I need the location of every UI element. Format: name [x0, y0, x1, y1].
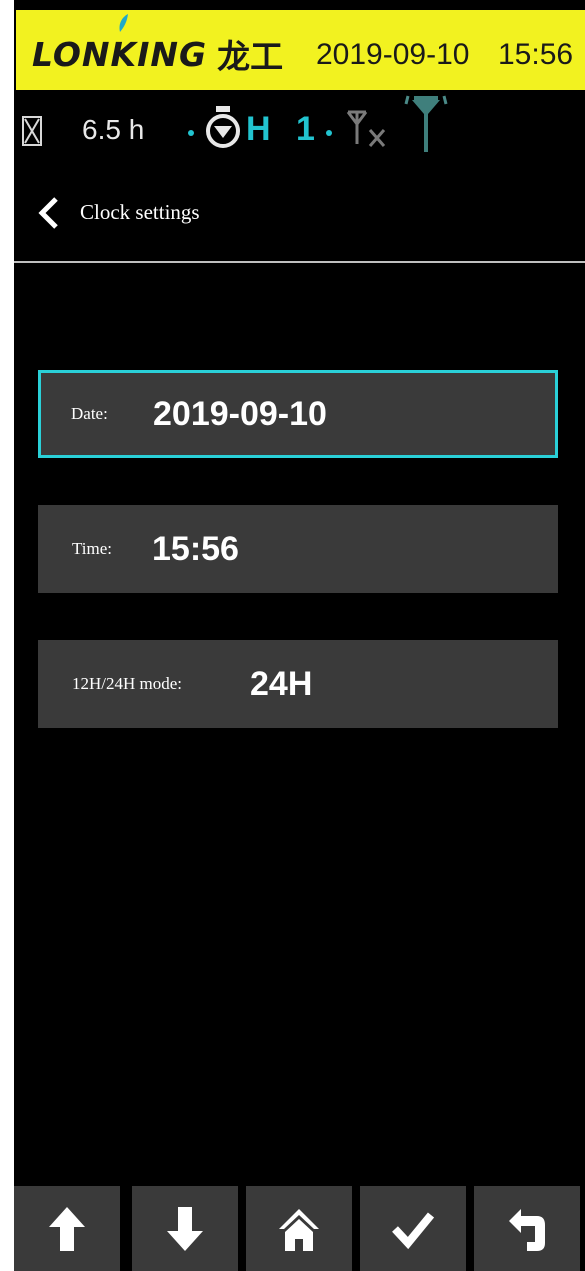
time-value: 15:56: [152, 529, 239, 568]
chevron-left-icon[interactable]: [34, 196, 64, 230]
operating-hours: 6.5 h: [82, 114, 145, 145]
clock-mode-value: 24H: [250, 664, 313, 703]
engine-icon: [206, 106, 240, 148]
confirm-button[interactable]: [360, 1186, 466, 1271]
time-label: Time:: [72, 539, 113, 558]
top-bar: LONKING 龙工 2019-09-10 15:56: [16, 10, 585, 90]
no-signal-antenna-icon: [346, 110, 386, 147]
brand-name-cn: 龙工: [217, 37, 284, 76]
home-button[interactable]: [246, 1186, 352, 1271]
hourglass-icon: [22, 116, 42, 146]
status-bar: 6.5 h H 1: [14, 92, 585, 162]
page-title: Clock settings: [80, 200, 200, 224]
logo-leaf-icon: [119, 14, 128, 32]
topbar-time: 15:56: [498, 38, 574, 71]
gear-number: 1: [296, 110, 315, 148]
brand-name: LONKING: [32, 34, 208, 74]
arrow-down-icon: [167, 1206, 203, 1251]
return-button[interactable]: [474, 1186, 580, 1271]
return-icon: [509, 1208, 545, 1251]
indicator-dot: [188, 130, 194, 136]
home-icon: [279, 1208, 319, 1251]
gear-mode: H: [246, 110, 271, 148]
header-divider: [14, 261, 585, 263]
date-setting-row[interactable]: Date: 2019-09-10: [38, 370, 558, 458]
date-label: Date:: [71, 404, 108, 423]
up-button[interactable]: [14, 1186, 120, 1271]
clock-mode-setting-row[interactable]: 12H/24H mode: 24H: [38, 640, 558, 728]
date-value: 2019-09-10: [153, 394, 327, 433]
arrow-up-icon: [49, 1206, 85, 1251]
down-button[interactable]: [132, 1186, 238, 1271]
brand-logo: LONKING 龙工: [32, 30, 283, 78]
topbar-date: 2019-09-10: [316, 38, 470, 71]
device-screen: LONKING 龙工 2019-09-10 15:56 6.5 h H 1 Cl…: [14, 0, 585, 1271]
clock-mode-label: 12H/24H mode:: [72, 674, 183, 693]
time-setting-row[interactable]: Time: 15:56: [38, 505, 558, 593]
check-icon: [392, 1211, 435, 1249]
indicator-dot: [326, 130, 332, 136]
signal-tower-icon: [404, 95, 448, 152]
